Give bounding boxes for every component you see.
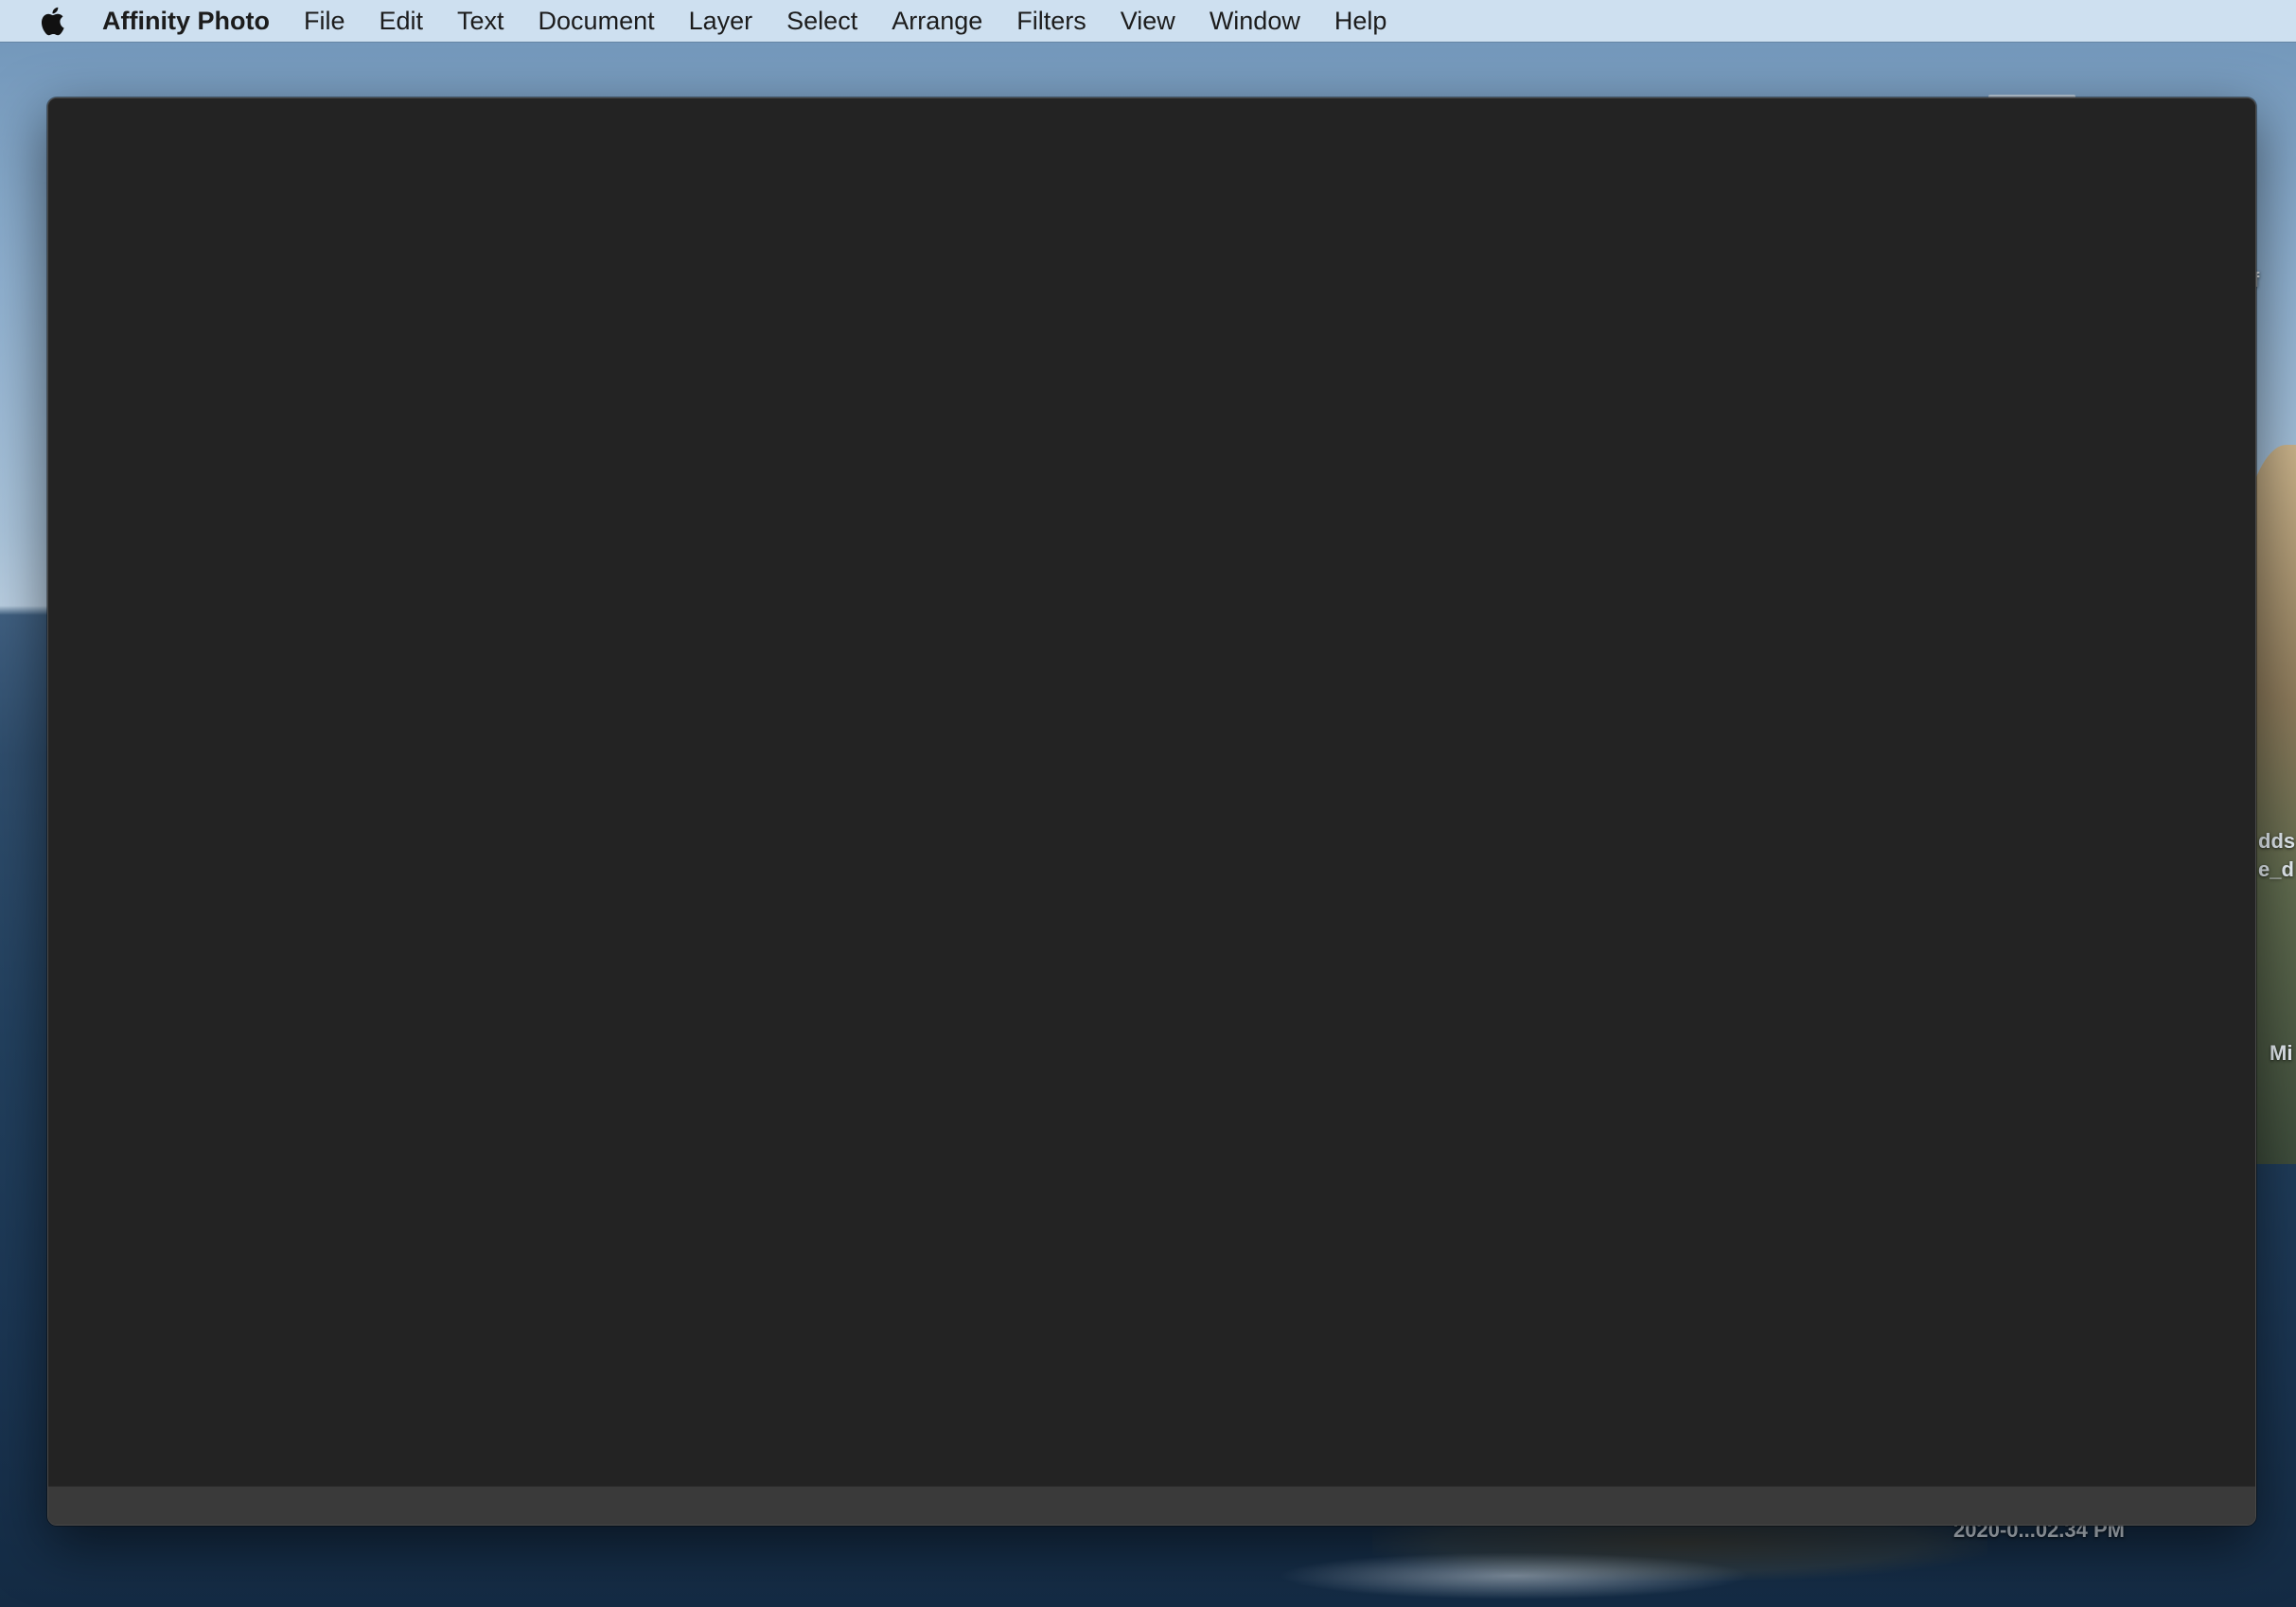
- menu-app-name[interactable]: Affinity Photo: [95, 0, 287, 42]
- desktop-icon-label-mi[interactable]: Mi: [2270, 1041, 2292, 1066]
- wallpaper-surf: [1278, 1552, 1751, 1599]
- menu-help[interactable]: Help: [1317, 0, 1404, 42]
- menu-text[interactable]: Text: [440, 0, 521, 42]
- menu-window[interactable]: Window: [1192, 0, 1317, 42]
- status-bar: [48, 1486, 2255, 1525]
- window-content-area[interactable]: [48, 98, 2255, 1487]
- desktop-icon-label-e-d[interactable]: e_d: [2258, 857, 2294, 882]
- menu-file[interactable]: File: [287, 0, 362, 42]
- app-window[interactable]: [47, 97, 2256, 1526]
- menu-select[interactable]: Select: [769, 0, 874, 42]
- desktop-icon-label-dds[interactable]: dds: [2258, 829, 2295, 854]
- menu-bar: Affinity Photo File Edit Text Document L…: [0, 0, 2296, 42]
- apple-logo-icon[interactable]: [38, 5, 66, 37]
- menu-document[interactable]: Document: [521, 0, 672, 42]
- menu-layer[interactable]: Layer: [672, 0, 770, 42]
- menu-view[interactable]: View: [1104, 0, 1192, 42]
- menu-filters[interactable]: Filters: [999, 0, 1104, 42]
- menu-arrange[interactable]: Arrange: [874, 0, 999, 42]
- menu-edit[interactable]: Edit: [362, 0, 440, 42]
